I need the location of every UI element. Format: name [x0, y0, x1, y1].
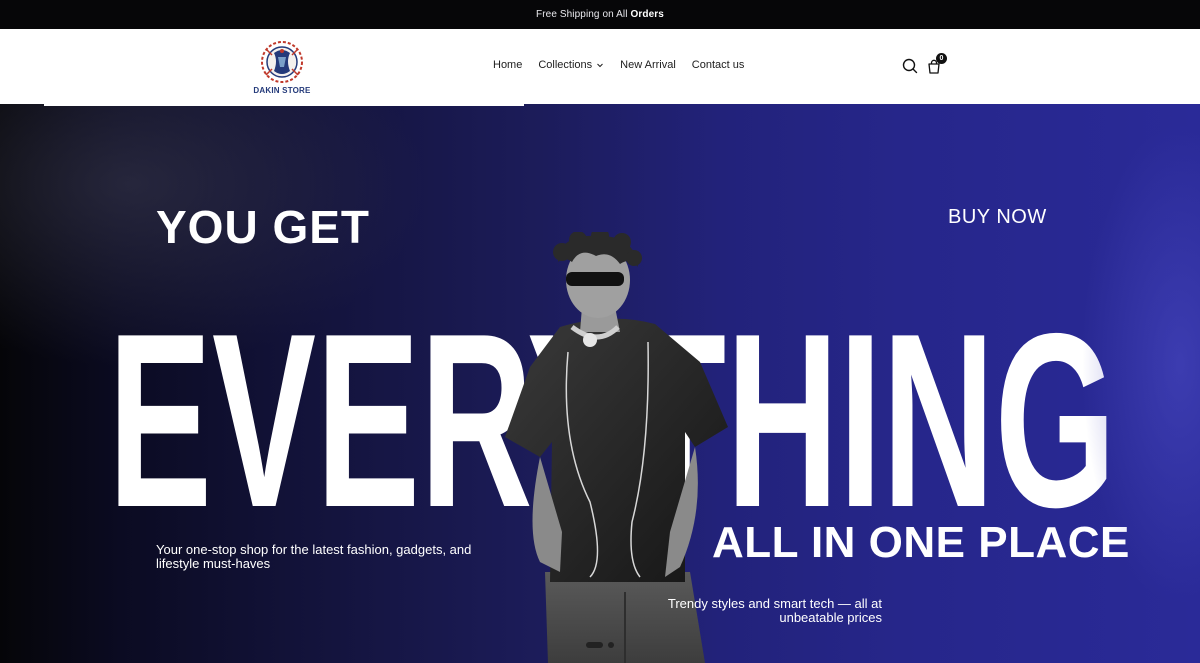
- announcement-bold-text: Orders: [630, 9, 664, 20]
- chevron-down-icon: [597, 63, 604, 68]
- hero-divider: [44, 104, 524, 106]
- hero-tagline: Your one-stop shop for the latest fashio…: [156, 542, 472, 571]
- logo-emblem-icon: [261, 41, 303, 83]
- nav-contact-us-label: Contact us: [691, 59, 745, 71]
- main-nav: Home Collections New Arrival Contact us: [493, 59, 744, 71]
- slider-pagination: [586, 642, 614, 648]
- nav-collections[interactable]: Collections: [538, 59, 604, 71]
- slider-dot-1[interactable]: [586, 642, 603, 648]
- nav-collections-label: Collections: [538, 59, 593, 71]
- store-logo[interactable]: DAKIN STORE: [252, 39, 312, 97]
- nav-contact-us[interactable]: Contact us: [692, 59, 745, 71]
- hero-subline: Trendy styles and smart tech — all at un…: [667, 596, 882, 625]
- site-header: DAKIN STORE Home Collections New Arrival…: [0, 29, 1200, 105]
- nav-new-arrival-label: New Arrival: [620, 59, 676, 71]
- hero-headline-top: YOU GET: [156, 201, 371, 253]
- announcement-text: Free Shipping on All: [536, 9, 628, 20]
- buy-now-link[interactable]: BUY NOW: [948, 206, 1047, 229]
- search-icon[interactable]: [902, 58, 918, 74]
- nav-home-label: Home: [493, 59, 523, 71]
- hero-banner: YOU GET BUY NOW EVERYTHING: [0, 104, 1200, 663]
- nav-new-arrival[interactable]: New Arrival: [620, 59, 676, 71]
- announcement-bar: Free Shipping on All Orders: [0, 0, 1200, 29]
- cart-count-badge: 0: [936, 53, 947, 64]
- nav-home[interactable]: Home: [493, 59, 522, 71]
- slider-dot-2[interactable]: [608, 642, 614, 648]
- hero-headline-bottom: ALL IN ONE PLACE: [712, 518, 1130, 567]
- store-logo-text: DAKIN STORE: [253, 86, 311, 95]
